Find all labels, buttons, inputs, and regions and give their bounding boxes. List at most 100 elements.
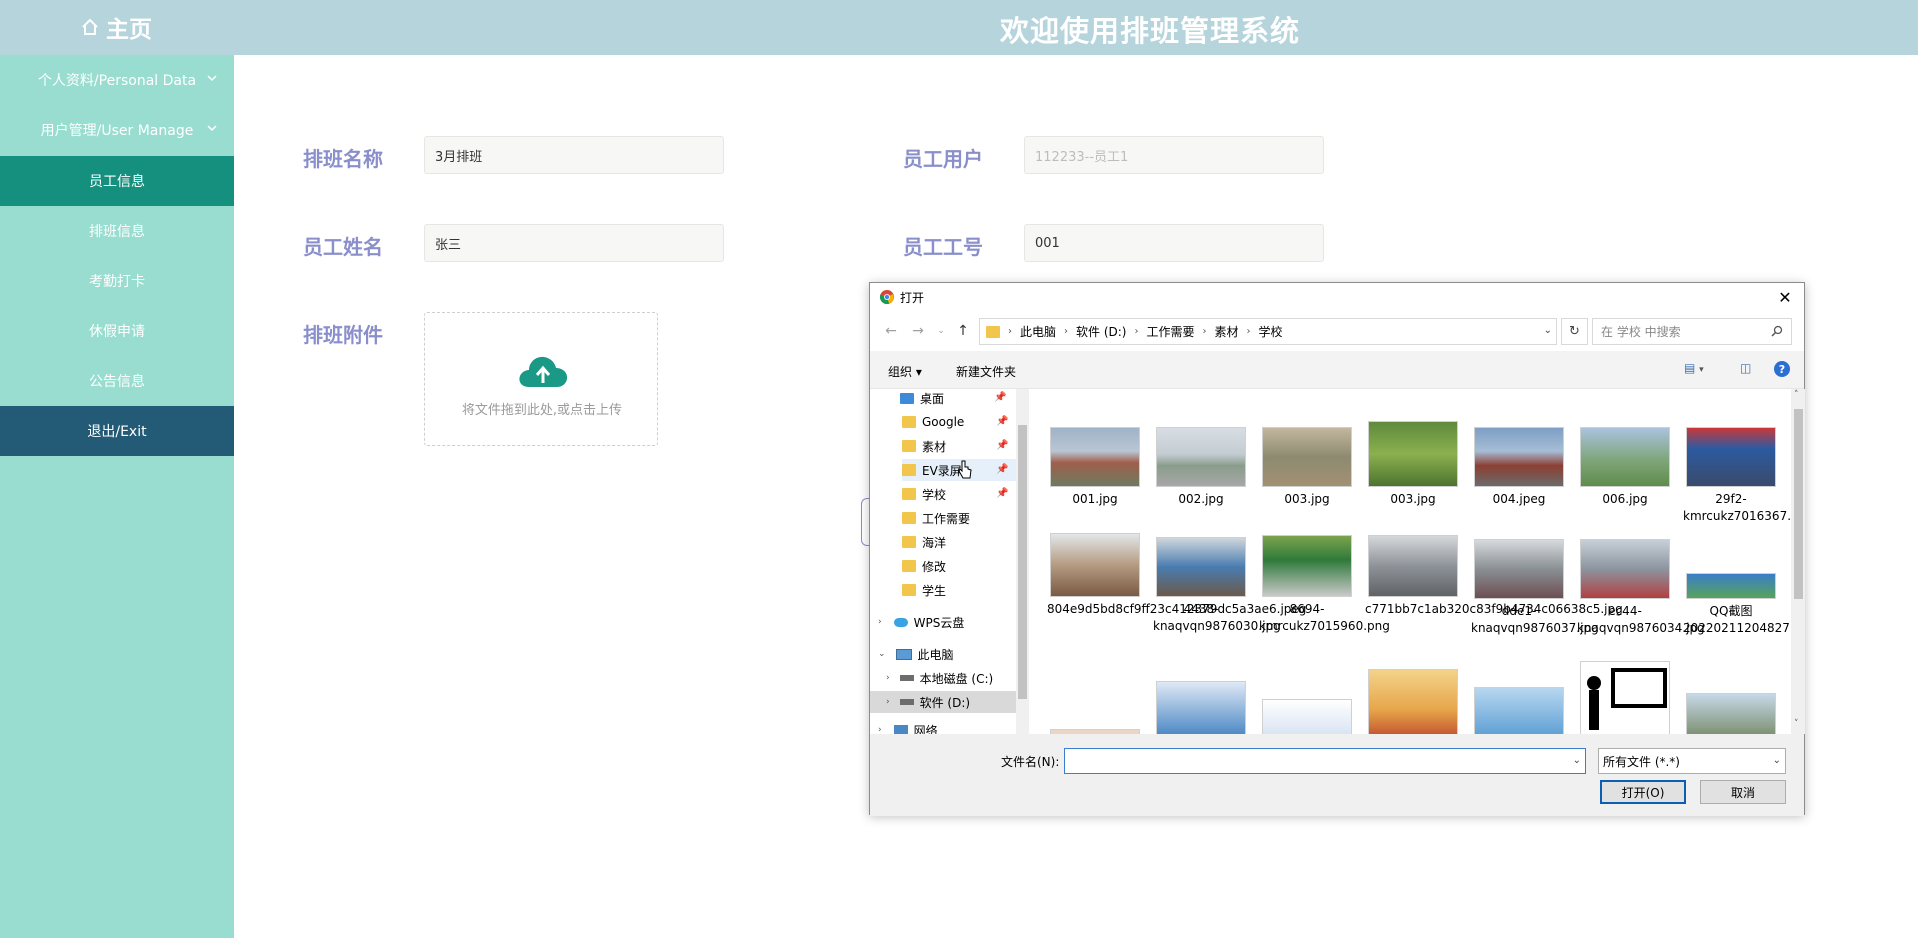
scrollbar-thumb[interactable] [1794, 409, 1803, 599]
image-thumbnail [1474, 539, 1564, 599]
nav-item-label: 网络 [913, 723, 938, 735]
nav-item-drive-d[interactable]: › 软件 (D:) [870, 691, 1016, 713]
nav-item-this-pc[interactable]: ⌄ 此电脑 [878, 643, 1016, 665]
nav-item-school[interactable]: 学校 📌 [902, 483, 1016, 505]
back-button[interactable]: ← [882, 322, 900, 340]
arrow-left-icon: ← [885, 323, 897, 339]
nav-item-wps-cloud[interactable]: › WPS云盘 [878, 611, 1016, 633]
network-icon [893, 724, 908, 734]
sidebar-item-label: 排班信息 [89, 224, 145, 240]
sidebar-item-attendance[interactable]: 考勤打卡 [0, 256, 234, 306]
image-thumbnail[interactable] [1262, 699, 1352, 734]
file-item[interactable]: 8694-kmrcukz7015960.png [1259, 535, 1390, 635]
image-thumbnail [1686, 573, 1776, 599]
file-item[interactable]: 004.jpeg [1471, 427, 1567, 508]
image-thumbnail[interactable] [1580, 661, 1670, 734]
help-icon[interactable]: ? [1774, 361, 1790, 377]
schedule-name-input[interactable]: 3月排班 [424, 136, 724, 174]
chevron-right-icon: › [886, 697, 890, 707]
view-options-icon[interactable]: ▤ ▾ [1684, 361, 1704, 375]
hand-cursor-icon [958, 460, 972, 479]
breadcrumb-item[interactable]: 此电脑 [1020, 323, 1056, 340]
file-item[interactable]: 002.jpg [1153, 427, 1249, 508]
new-folder-button[interactable]: 新建文件夹 [956, 363, 1016, 380]
file-item[interactable]: c771bb7c1ab320c83f9b4734c06638c5.jpg [1365, 535, 1623, 618]
refresh-button[interactable]: ↻ [1561, 318, 1588, 345]
nav-item-network[interactable]: › 网络 [878, 719, 1016, 734]
breadcrumb-item[interactable]: 软件 (D:) [1076, 323, 1126, 340]
chevron-down-icon[interactable]: ⌄ [1573, 755, 1581, 766]
recent-dropdown[interactable]: ⌄ [932, 322, 950, 340]
employee-no-input[interactable]: 001 [1024, 224, 1324, 262]
nav-item-google[interactable]: Google 📌 [902, 411, 1016, 433]
file-item[interactable]: 804e9d5bd8cf9ff23c412379dc5a3ae6.jpeg [1047, 533, 1306, 618]
breadcrumb-item[interactable]: 素材 [1215, 323, 1239, 340]
sidebar-item-schedule-info[interactable]: 排班信息 [0, 206, 234, 256]
home-link[interactable]: 主页 [80, 10, 152, 44]
nav-item-work[interactable]: 工作需要 [902, 507, 1016, 529]
open-file-dialog: 打开 ✕ ← → ⌄ ↑ › 此电脑 › 软件 (D:) › 工作需要 › 素材… [869, 282, 1805, 816]
file-item[interactable]: 006.jpg [1577, 427, 1673, 508]
chevron-down-icon[interactable]: ˅ [1794, 719, 1799, 729]
cancel-button[interactable]: 取消 [1700, 780, 1786, 804]
arrow-up-icon: ↑ [957, 323, 969, 339]
filetype-select[interactable]: 所有文件 (*.*) ⌄ [1598, 748, 1786, 774]
cloud-icon [893, 617, 908, 627]
breadcrumb-item[interactable]: 工作需要 [1146, 323, 1194, 340]
nav-item-desktop[interactable]: 桌面 📌 [900, 389, 1016, 409]
open-button[interactable]: 打开(O) [1600, 780, 1686, 804]
folder-icon [902, 488, 916, 500]
breadcrumb-item[interactable]: 学校 [1259, 323, 1283, 340]
organize-menu[interactable]: 组织 ▾ [888, 363, 922, 380]
upload-dropzone[interactable]: 将文件拖到此处,或点击上传 [424, 312, 658, 446]
file-item[interactable]: 4438-knaqvqn9876030.jpg [1153, 537, 1281, 635]
file-list-scrollbar[interactable]: ˄ ˅ [1791, 389, 1805, 734]
sidebar-item-exit[interactable]: 退出/Exit [0, 406, 234, 456]
employee-name-input[interactable]: 张三 [424, 224, 724, 262]
nav-item-material[interactable]: 素材 📌 [902, 435, 1016, 457]
image-thumbnail[interactable] [1474, 687, 1564, 734]
scrollbar-thumb[interactable] [1018, 425, 1027, 699]
navigation-scrollbar[interactable] [1016, 389, 1029, 734]
filename-input[interactable]: ⌄ [1064, 748, 1586, 774]
sidebar-item-employee-info[interactable]: 员工信息 [0, 156, 234, 206]
sidebar-item-personal-data[interactable]: 个人资料/Personal Data [0, 55, 234, 105]
image-thumbnail[interactable] [1686, 693, 1776, 734]
chevron-down-icon[interactable]: ⌄ [1544, 325, 1552, 336]
chevron-right-icon: › [1202, 326, 1207, 337]
file-item[interactable]: 003.jpg [1259, 427, 1355, 508]
file-name: 001.jpg [1072, 492, 1118, 506]
sidebar-item-label: 考勤打卡 [89, 274, 145, 290]
nav-item-student[interactable]: 学生 [902, 579, 1016, 601]
image-thumbnail[interactable] [1368, 669, 1458, 734]
file-item[interactable]: 001.jpg [1047, 427, 1143, 508]
person-shape [1587, 676, 1601, 690]
nav-item-label: 工作需要 [922, 511, 971, 526]
nav-item-ocean[interactable]: 海洋 [902, 531, 1016, 553]
chevron-right-icon: › [1064, 326, 1069, 337]
chevron-right-icon: › [886, 673, 890, 683]
employee-user-input[interactable]: 112233--员工1 [1024, 136, 1324, 174]
folder-icon [986, 325, 1000, 338]
search-input[interactable]: 在 学校 中搜索 [1592, 318, 1792, 345]
computer-icon [895, 648, 912, 660]
chevron-up-icon[interactable]: ˄ [1794, 390, 1799, 400]
close-button[interactable]: ✕ [1774, 286, 1796, 308]
sidebar-item-announcements[interactable]: 公告信息 [0, 356, 234, 406]
folder-icon [902, 584, 916, 596]
sidebar-item-leave-request[interactable]: 休假申请 [0, 306, 234, 356]
file-item[interactable]: 003.jpg [1365, 421, 1461, 508]
file-item[interactable]: 29f2-kmrcukz7016367.png [1683, 427, 1791, 525]
up-button[interactable]: ↑ [954, 322, 972, 340]
file-item[interactable]: QQ截图20220211204827.png [1683, 573, 1791, 637]
preview-pane-icon[interactable]: ◫ [1740, 361, 1751, 375]
forward-button[interactable]: → [909, 322, 927, 340]
address-bar[interactable]: › 此电脑 › 软件 (D:) › 工作需要 › 素材 › 学校 ⌄ [979, 318, 1557, 345]
file-item[interactable]: dde1-knaqvqn9876037.jpg [1471, 539, 1599, 637]
file-item[interactable]: ec44-knaqvqn9876034.jpg [1577, 539, 1705, 637]
sidebar-item-user-manage[interactable]: 用户管理/User Manage [0, 105, 234, 155]
nav-item-modify[interactable]: 修改 [902, 555, 1016, 577]
image-thumbnail[interactable] [1156, 681, 1246, 734]
cloud-upload-icon [519, 356, 568, 387]
nav-item-drive-c[interactable]: › 本地磁盘 (C:) [886, 667, 1016, 689]
